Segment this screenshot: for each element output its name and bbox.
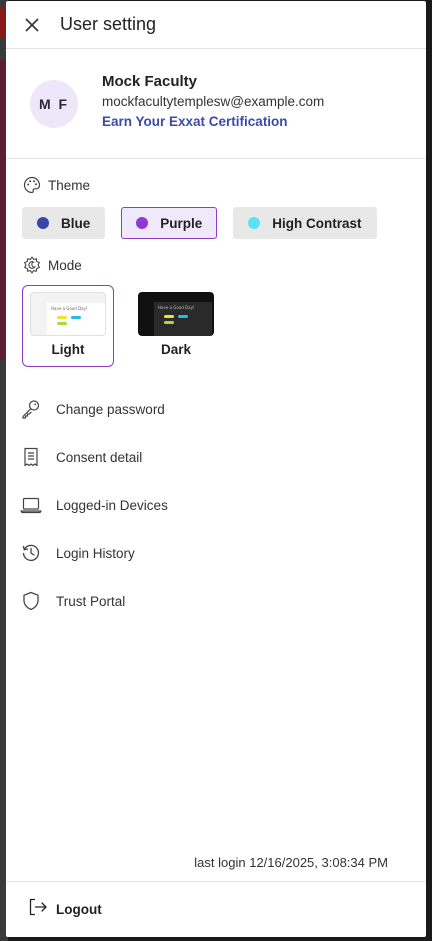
mode-icon — [22, 255, 42, 275]
close-button[interactable] — [22, 15, 42, 35]
profile-email: mockfacultytemplesw@example.com — [102, 93, 325, 109]
menu-item-consent-detail[interactable]: Consent detail — [6, 433, 426, 481]
last-login-timestamp: last login 12/16/2025, 3:08:34 PM — [194, 855, 388, 870]
logout-icon — [28, 897, 48, 922]
theme-options: Blue Purple High Contrast — [6, 207, 426, 239]
mode-options: Have a Good Day! Light Have a Good Day! … — [6, 285, 426, 367]
settings-menu: Change password Consent detail Logged-in… — [6, 385, 426, 625]
mode-section-label: Mode — [6, 253, 426, 277]
menu-item-label: Consent detail — [56, 449, 143, 465]
menu-item-logged-in-devices[interactable]: Logged-in Devices — [6, 481, 426, 529]
preview-text: Have a Good Day! — [158, 305, 195, 310]
mode-label: Mode — [48, 257, 82, 273]
mode-option-label: Light — [51, 342, 85, 357]
logout-label: Logout — [56, 902, 102, 917]
shield-icon — [20, 590, 42, 612]
light-mode-preview: Have a Good Day! — [30, 292, 106, 336]
preview-bar — [178, 315, 188, 318]
dark-mode-preview: Have a Good Day! — [138, 292, 214, 336]
blue-dot — [37, 217, 49, 229]
receipt-icon — [20, 446, 42, 468]
preview-content: Have a Good Day! — [47, 303, 105, 335]
menu-item-trust-portal[interactable]: Trust Portal — [6, 577, 426, 625]
user-settings-panel: User setting M F Mock Faculty mockfacult… — [6, 1, 426, 937]
menu-item-label: Change password — [56, 401, 165, 417]
history-icon — [20, 542, 42, 564]
profile-name: Mock Faculty — [102, 72, 198, 90]
palette-icon — [22, 175, 42, 195]
cyan-dot — [248, 217, 261, 229]
purple-dot — [136, 217, 149, 229]
theme-label: Theme — [48, 177, 91, 193]
certification-link[interactable]: Earn Your Exxat Certification — [102, 114, 288, 129]
key-icon — [20, 398, 42, 420]
preview-bar — [57, 316, 67, 319]
logout-button[interactable]: Logout — [6, 881, 426, 937]
preview-bar — [57, 322, 67, 325]
preview-text: Have a Good Day! — [51, 306, 88, 311]
mode-option-dark[interactable]: Have a Good Day! Dark — [130, 285, 222, 367]
menu-item-change-password[interactable]: Change password — [6, 385, 426, 433]
menu-item-label: Trust Portal — [56, 593, 126, 609]
theme-option-label: Blue — [61, 215, 91, 231]
menu-item-label: Login History — [56, 545, 135, 561]
preview-bar — [164, 321, 174, 324]
theme-option-purple[interactable]: Purple — [121, 207, 218, 239]
avatar: M F — [30, 79, 78, 128]
profile-info: Mock Faculty mockfacultytemplesw@example… — [102, 72, 324, 132]
preview-bar — [164, 315, 174, 318]
menu-item-label: Logged-in Devices — [56, 497, 168, 513]
theme-section-label: Theme — [6, 173, 426, 197]
panel-title: User setting — [60, 14, 157, 34]
profile-section: M F Mock Faculty mockfacultytemplesw@exa… — [6, 49, 426, 159]
menu-item-login-history[interactable]: Login History — [6, 529, 426, 577]
theme-option-label: High Contrast — [272, 215, 362, 231]
theme-option-blue[interactable]: Blue — [22, 207, 106, 239]
close-icon — [25, 17, 39, 32]
mode-option-light[interactable]: Have a Good Day! Light — [22, 285, 114, 367]
theme-option-high-contrast[interactable]: High Contrast — [233, 207, 377, 239]
theme-option-label: Purple — [160, 215, 203, 231]
preview-content: Have a Good Day! — [154, 302, 212, 336]
laptop-icon — [20, 494, 42, 516]
mode-option-label: Dark — [160, 342, 192, 357]
preview-bar — [71, 316, 81, 319]
panel-header: User setting — [6, 1, 426, 49]
